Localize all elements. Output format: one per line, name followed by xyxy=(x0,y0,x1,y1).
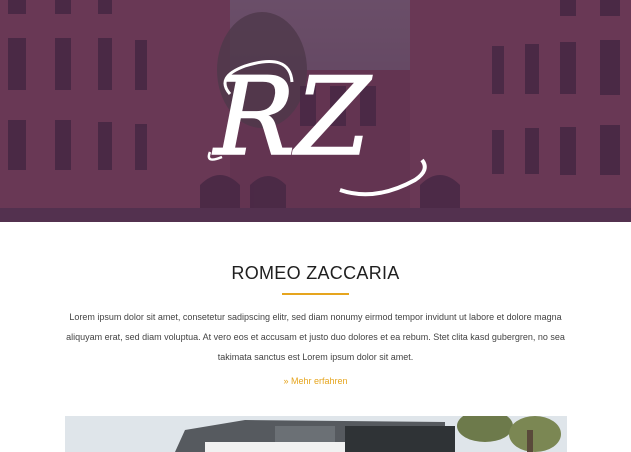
page-title: ROMEO ZACCARIA xyxy=(231,263,400,283)
svg-text:RZ: RZ xyxy=(212,55,372,180)
rz-monogram-logo: RZ xyxy=(207,54,427,197)
hero-banner: RZ xyxy=(0,0,631,222)
intro-paragraph: Lorem ipsum dolor sit amet, consetetur s… xyxy=(66,312,565,362)
more-info-link[interactable]: » Mehr erfahren xyxy=(0,376,631,386)
building-photo xyxy=(65,416,567,452)
title-underline xyxy=(282,293,349,295)
